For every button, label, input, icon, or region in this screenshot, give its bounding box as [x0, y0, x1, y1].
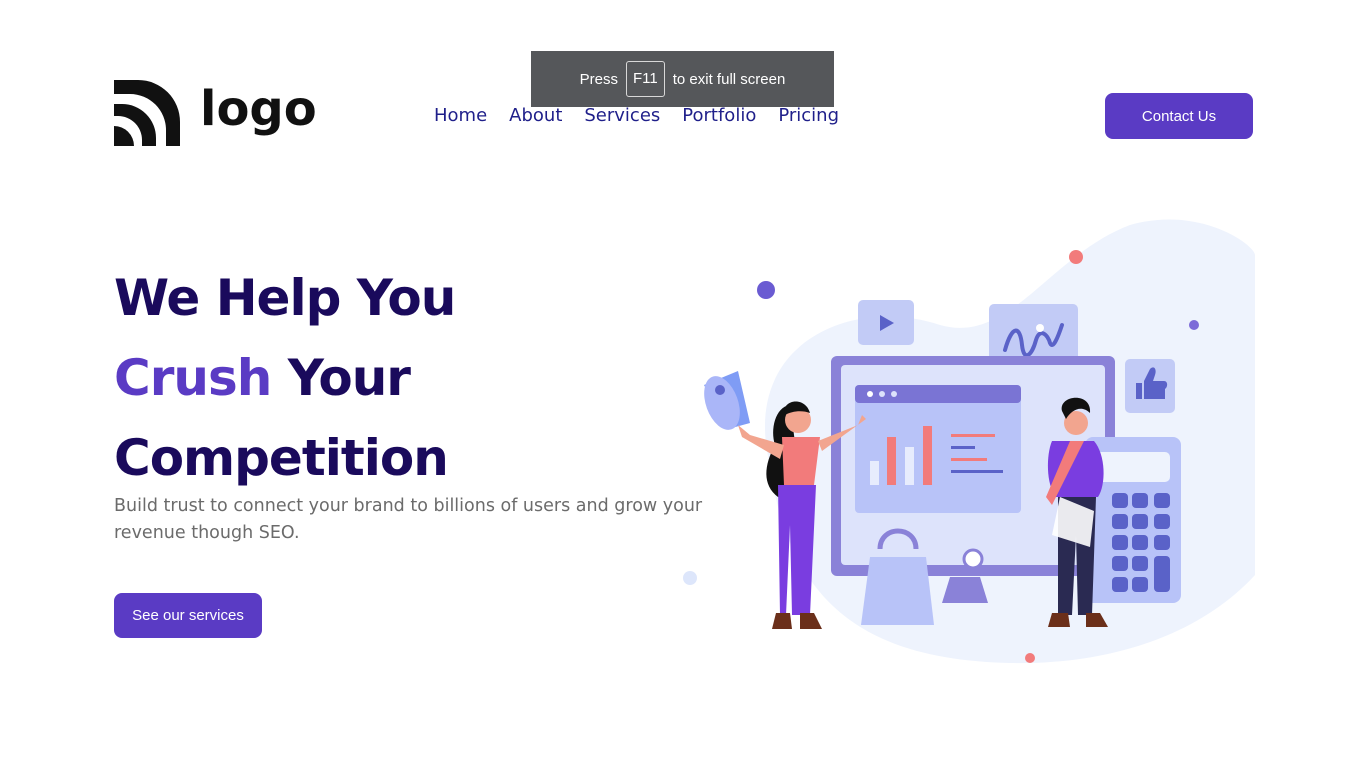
nav-about-link[interactable]: About	[509, 104, 562, 128]
decor-dot	[1069, 250, 1083, 264]
logo-mark-icon	[114, 80, 180, 146]
fullscreen-notice-prefix: Press	[579, 70, 619, 88]
see-services-button[interactable]: See our services	[114, 593, 262, 638]
video-card	[858, 300, 914, 345]
brand-logo[interactable]: logo	[114, 80, 317, 146]
logo-text: logo	[200, 81, 317, 137]
fullscreen-notice-key: F11	[626, 61, 665, 97]
fullscreen-notice: Press F11 to exit full screen	[531, 51, 834, 107]
hero-title-line1: We Help You	[114, 269, 456, 327]
hero-title-line3: Competition	[114, 429, 449, 487]
hero-title-accent: Crush	[114, 349, 272, 407]
nav-services-link[interactable]: Services	[584, 104, 660, 128]
contact-us-button[interactable]: Contact Us	[1105, 93, 1253, 139]
hero-title: We Help You Crush Your Competition	[114, 258, 456, 498]
decor-dot	[757, 281, 775, 299]
nav-portfolio-link[interactable]: Portfolio	[682, 104, 756, 128]
decor-dot	[1189, 320, 1199, 330]
main-nav: Home About Services Portfolio Pricing	[434, 104, 839, 128]
thumbs-up-card	[1125, 359, 1175, 413]
hero-illustration	[683, 219, 1255, 664]
nav-pricing-link[interactable]: Pricing	[778, 104, 839, 128]
fullscreen-notice-suffix: to exit full screen	[672, 70, 786, 88]
decor-dot	[1025, 653, 1035, 663]
hero-subtitle: Build trust to connect your brand to bil…	[114, 496, 703, 543]
hero-title-line2-rest: Your	[287, 349, 411, 407]
nav-home-link[interactable]: Home	[434, 104, 487, 128]
decor-dot	[683, 571, 697, 585]
